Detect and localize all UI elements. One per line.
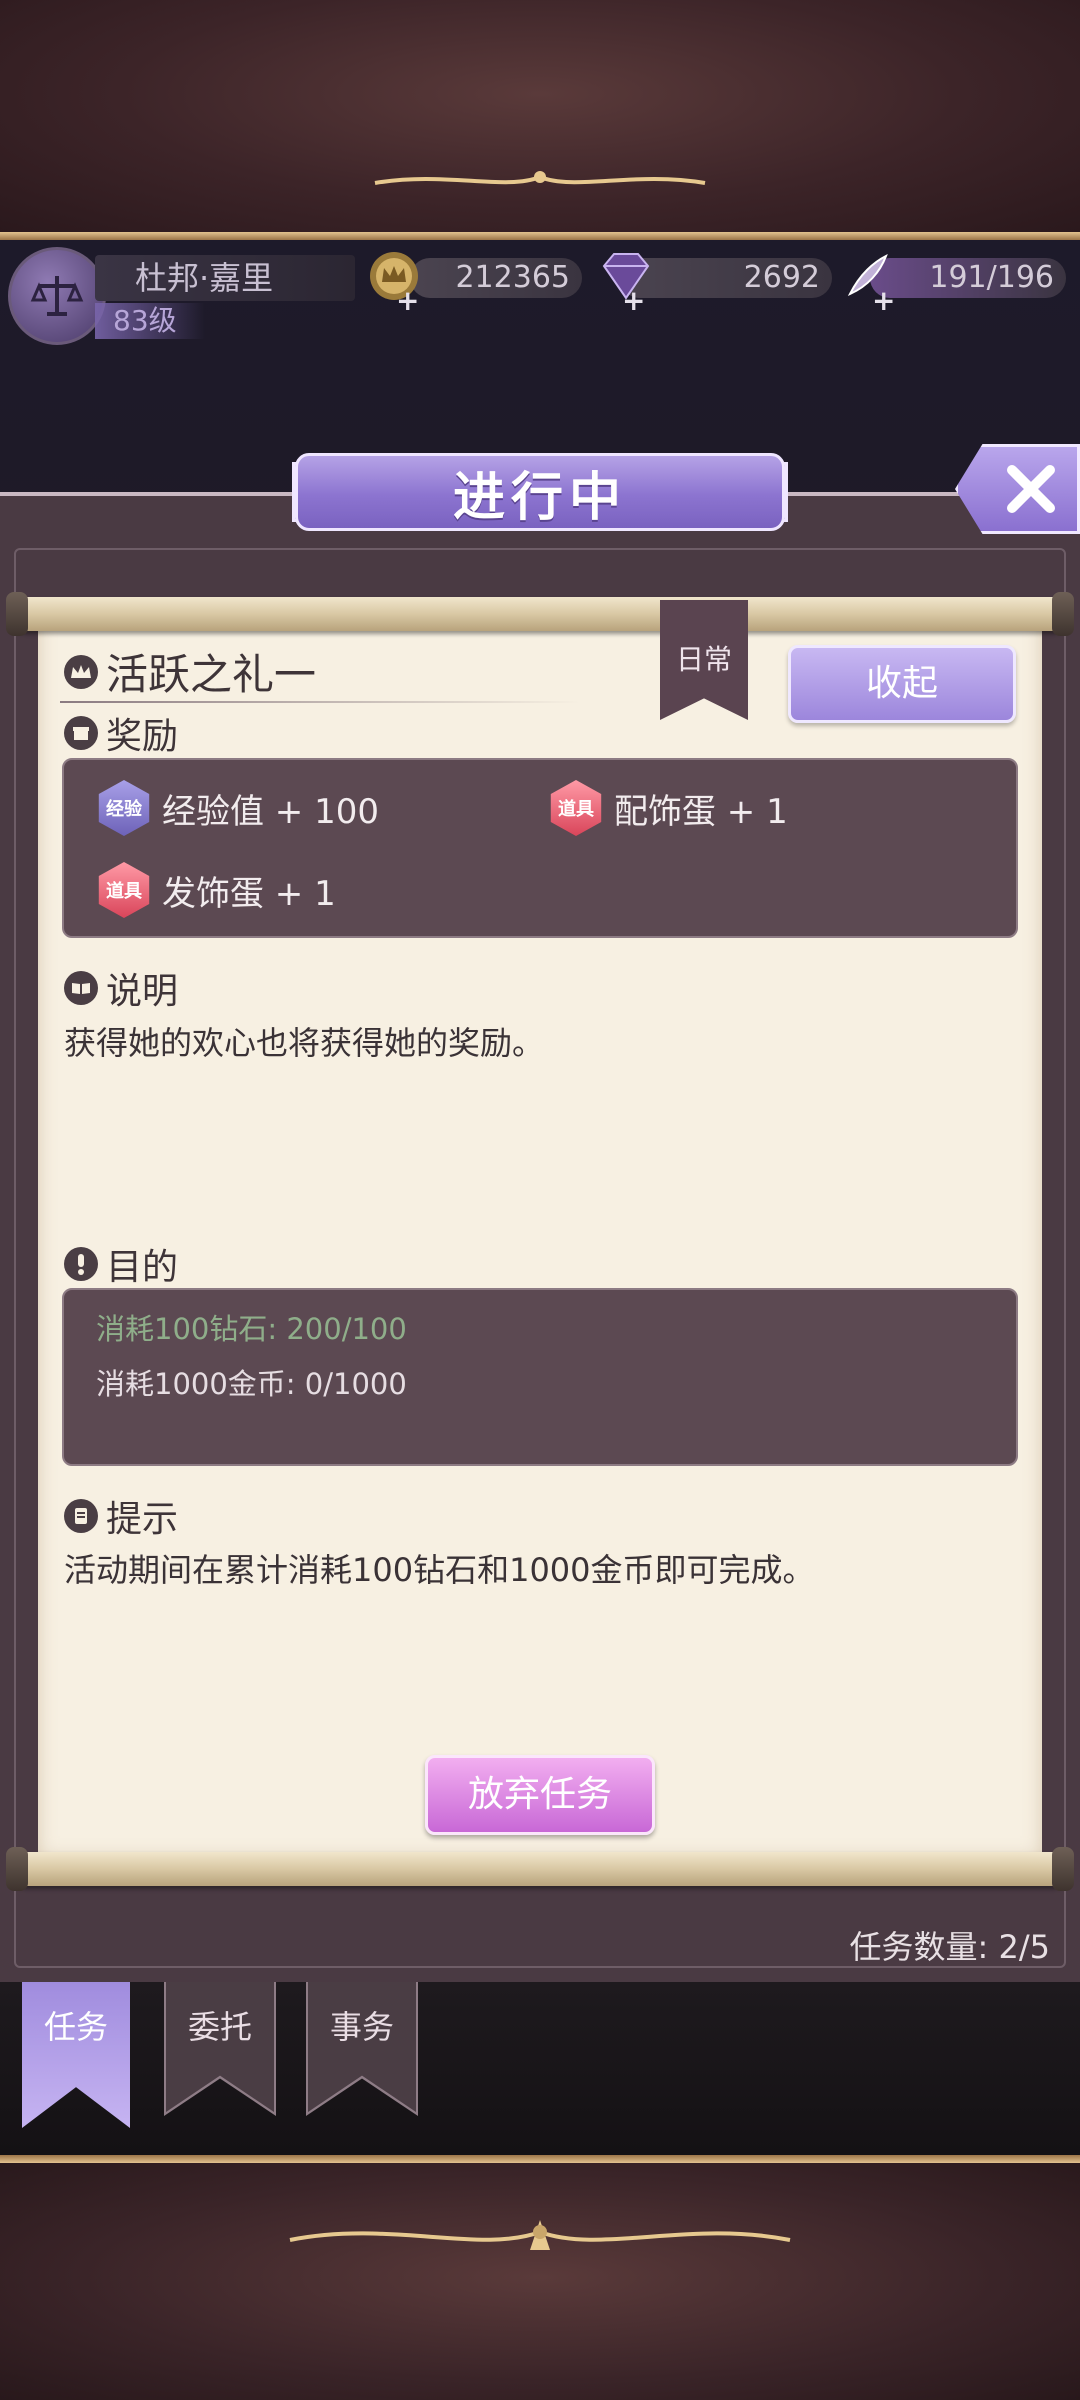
goal-heading-row: 目的 (64, 1238, 178, 1290)
scroll-bottom-rod-end-left (6, 1847, 28, 1891)
quest-title: 活跃之礼一 (106, 650, 317, 699)
scroll-top-rod-end-left (6, 592, 28, 636)
diamond-add-icon[interactable]: + (622, 284, 645, 317)
tab-strip (0, 1982, 1080, 2155)
reward-hair-label: 发饰蛋 + 1 (162, 873, 336, 914)
hint-text: 活动期间在累计消耗100钻石和1000金币即可完成。 (64, 1551, 815, 1589)
scroll-top-rod-end-right (1052, 592, 1074, 636)
item-badge-icon: 道具 (98, 862, 150, 918)
scroll-top-rod (10, 597, 1070, 631)
player-avatar[interactable] (8, 247, 106, 345)
scroll-ornament-icon (374, 171, 706, 185)
stamina-counter: 191/196 (870, 258, 1066, 298)
note-icon (64, 1499, 98, 1533)
description-heading-row: 说明 (64, 962, 178, 1014)
reward-exp-label: 经验值 + 100 (162, 791, 379, 832)
abandon-quest-button[interactable]: 放弃任务 (425, 1755, 655, 1835)
bottom-decor-band (0, 2155, 1080, 2400)
bottom-gold-edge (0, 2155, 1080, 2163)
top-decor-band (0, 0, 1080, 235)
description-heading: 说明 (106, 971, 179, 1012)
gift-icon (64, 716, 98, 750)
close-x-icon (1006, 465, 1055, 513)
quest-title-row: 活跃之礼一 (64, 641, 316, 702)
exp-badge-icon: 经验 (98, 780, 150, 836)
rewards-heading: 奖励 (106, 716, 179, 757)
scroll-bottom-rod (10, 1852, 1070, 1886)
task-count: 任务数量: 2/5 (849, 1928, 1050, 1966)
gold-add-icon[interactable]: + (396, 284, 419, 317)
reward-exp: 经验 经验值 + 100 (96, 780, 379, 836)
description-text: 获得她的欢心也将获得她的奖励。 (64, 1024, 545, 1062)
reward-hair-egg: 道具 发饰蛋 + 1 (96, 862, 336, 918)
scroll-ornament-icon (289, 2220, 791, 2250)
top-gold-edge (0, 232, 1080, 240)
stamina-add-icon[interactable]: + (872, 284, 895, 317)
reward-accessory-label: 配饰蛋 + 1 (614, 791, 788, 832)
player-name: 杜邦·嘉里 (95, 255, 355, 301)
goal-heading: 目的 (106, 1247, 179, 1288)
title-underline (60, 701, 580, 703)
scales-icon (30, 276, 84, 316)
objective-diamonds: 消耗100钻石: 200/100 (96, 1312, 407, 1346)
scroll-bottom-rod-end-right (1052, 1847, 1074, 1891)
hint-heading-row: 提示 (64, 1490, 178, 1542)
book-icon (64, 971, 98, 1005)
exclamation-icon (64, 1247, 98, 1281)
item-badge-icon: 道具 (550, 780, 602, 836)
player-level: 83级 (95, 303, 205, 339)
objective-gold: 消耗1000金币: 0/1000 (96, 1367, 407, 1401)
crown-icon (64, 654, 98, 689)
rewards-heading-row: 奖励 (64, 707, 178, 759)
hint-heading: 提示 (106, 1499, 179, 1540)
panel-title: 进行中 (295, 453, 785, 531)
reward-accessory-egg: 道具 配饰蛋 + 1 (548, 780, 788, 836)
gold-counter: 212365 (410, 258, 582, 298)
collapse-button[interactable]: 收起 (788, 645, 1016, 723)
